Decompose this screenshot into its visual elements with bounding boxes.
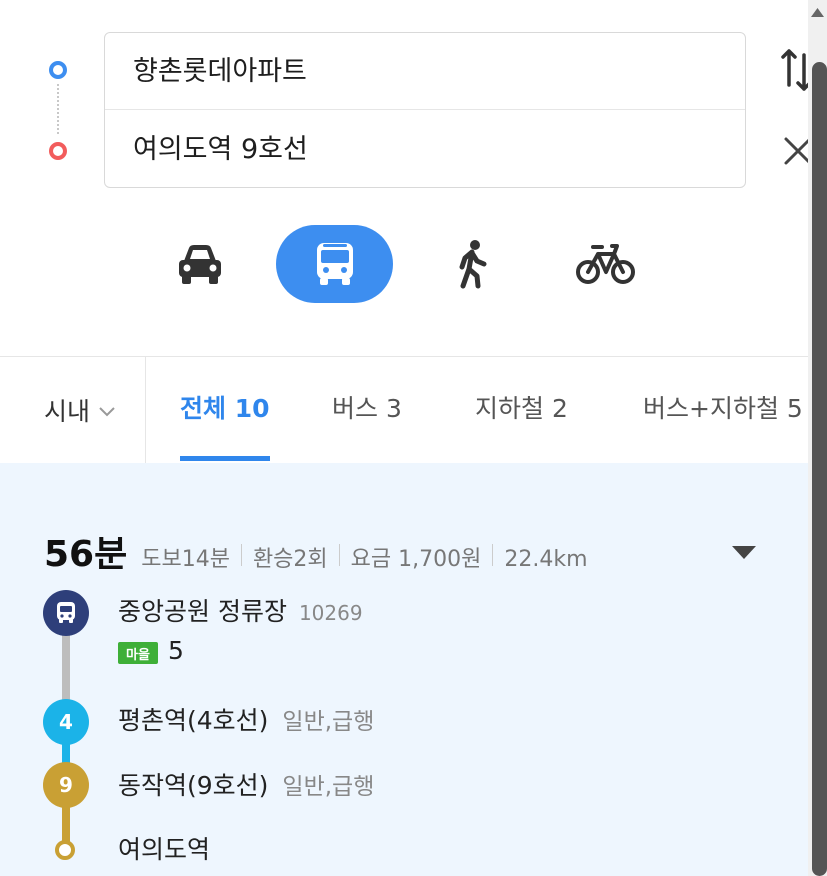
bus-icon — [57, 602, 75, 623]
train-type: 일반,급행 — [282, 709, 375, 735]
scrollbar-thumb[interactable] — [812, 62, 827, 876]
car-icon — [179, 245, 221, 284]
chevron-down-icon — [99, 407, 115, 417]
stop-id: 10269 — [298, 601, 363, 625]
walk-icon — [459, 240, 487, 289]
mode-walk-button[interactable] — [432, 225, 512, 303]
tab-subway[interactable]: 지하철 2 — [475, 357, 568, 461]
area-dropdown[interactable]: 시내 — [0, 357, 146, 463]
expand-triangle-icon[interactable] — [731, 544, 757, 560]
tab-all[interactable]: 전체 10 — [180, 357, 270, 461]
area-dropdown-label: 시내 — [44, 397, 91, 426]
mode-transit-button[interactable] — [276, 225, 393, 303]
destination-input[interactable]: 여의도역 9호선 — [105, 111, 745, 188]
mode-car-button[interactable] — [160, 225, 240, 303]
line9-marker: 9 — [43, 762, 89, 808]
station-name: 동작역(9호선) — [118, 771, 269, 800]
step-4-destination[interactable]: 여의도역 — [118, 830, 210, 866]
stop-name: 중앙공원 정류장 — [118, 597, 287, 626]
step-3-station[interactable]: 동작역(9호선) 일반,급행 — [118, 766, 374, 802]
divider — [240, 544, 242, 566]
train-type: 일반,급행 — [282, 774, 375, 800]
tab-bus[interactable]: 버스 3 — [332, 357, 402, 461]
tab-bus-subway[interactable]: 버스+지하철 5 — [643, 357, 803, 461]
station-name: 평촌역(4호선) — [118, 706, 269, 735]
origin-input[interactable]: 향촌롯데아파트 — [105, 33, 745, 110]
bus-route-number: 5 — [168, 636, 184, 665]
destination-end-marker — [55, 840, 75, 860]
bus-icon — [316, 243, 353, 285]
fare: 요금 1,700원 — [350, 547, 482, 572]
bus-stop-marker — [43, 590, 89, 636]
total-duration: 56분 — [44, 534, 128, 575]
scroll-up-arrow-icon[interactable] — [810, 6, 825, 18]
step-2-station[interactable]: 평촌역(4호선) 일반,급행 — [118, 701, 374, 737]
transfer-count: 환승2회 — [252, 547, 328, 572]
walk-time: 도보14분 — [141, 547, 230, 572]
village-bus-badge: 마을 — [118, 642, 158, 664]
bicycle-icon — [576, 244, 635, 284]
active-tab-indicator — [180, 456, 270, 461]
divider — [492, 544, 494, 566]
distance: 22.4km — [504, 547, 588, 572]
step-1-stop[interactable]: 중앙공원 정류장 10269 — [118, 592, 363, 628]
walk-segment-line — [62, 630, 70, 706]
route-summary: 56분 도보14분 환승2회 요금 1,700원 22.4km — [44, 525, 588, 575]
origin-marker — [49, 61, 67, 79]
destination-marker — [49, 142, 67, 160]
line4-marker: 4 — [43, 699, 89, 745]
route-filter-tabs: 시내 전체 10 버스 3 지하철 2 버스+지하철 5 — [0, 356, 808, 464]
route-connector — [57, 84, 59, 134]
mode-bike-button[interactable] — [566, 225, 646, 303]
route-input-box: 향촌롯데아파트 여의도역 9호선 — [104, 32, 746, 188]
divider — [338, 544, 340, 566]
